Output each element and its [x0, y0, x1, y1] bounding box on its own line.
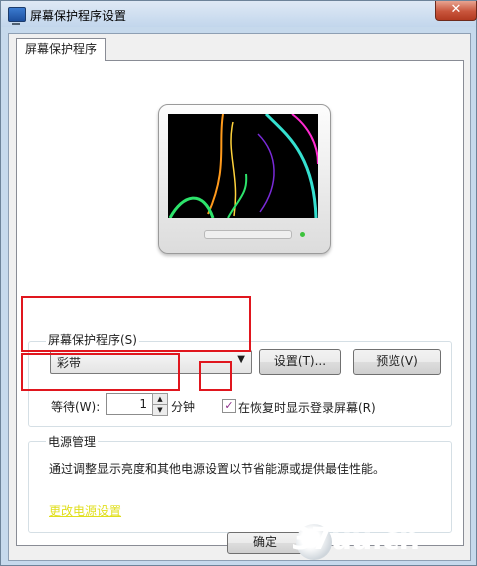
resume-logon-label[interactable]: 在恢复时显示登录屏幕(R)	[238, 399, 376, 416]
highlight-checkbox	[199, 361, 232, 391]
title-bar[interactable]: 屏幕保护程序设置 ✕	[1, 1, 477, 27]
close-button[interactable]: ✕	[435, 1, 477, 21]
preview-button[interactable]: 预览(V)	[353, 349, 441, 375]
power-led	[300, 232, 305, 237]
minutes-unit-label: 分钟	[171, 400, 196, 414]
watermark-text: 37uu.cn	[291, 522, 420, 557]
chevron-down-icon: ▼	[237, 354, 245, 365]
display-icon	[8, 7, 26, 25]
resume-logon-checkbox[interactable]: ✓	[222, 399, 236, 413]
monitor-slot	[204, 230, 292, 239]
screensaver-settings-window: 屏幕保护程序设置 ✕ 屏幕保护程序 屏幕保护程序(S) 彩带 ▼ 设置(T)..…	[0, 0, 477, 566]
wait-label: 等待(W):	[51, 400, 101, 414]
settings-button[interactable]: 设置(T)...	[259, 349, 341, 375]
power-description: 通过调整显示亮度和其他电源设置以节省能源或提供最佳性能。	[49, 462, 386, 476]
highlight-screensaver	[21, 296, 251, 352]
power-group-label: 电源管理	[46, 433, 99, 450]
power-group	[28, 441, 452, 533]
change-power-settings-link[interactable]: 更改电源设置	[49, 502, 121, 519]
highlight-wait	[21, 353, 180, 391]
tab-screensaver[interactable]: 屏幕保护程序	[16, 38, 106, 61]
spin-down-button[interactable]: ▼	[152, 404, 168, 416]
window-title: 屏幕保护程序设置	[30, 9, 127, 23]
monitor-preview	[158, 104, 331, 254]
wait-minutes-input[interactable]: 1	[106, 393, 154, 415]
preview-screen	[168, 114, 318, 218]
ribbons-preview-image	[168, 114, 318, 218]
